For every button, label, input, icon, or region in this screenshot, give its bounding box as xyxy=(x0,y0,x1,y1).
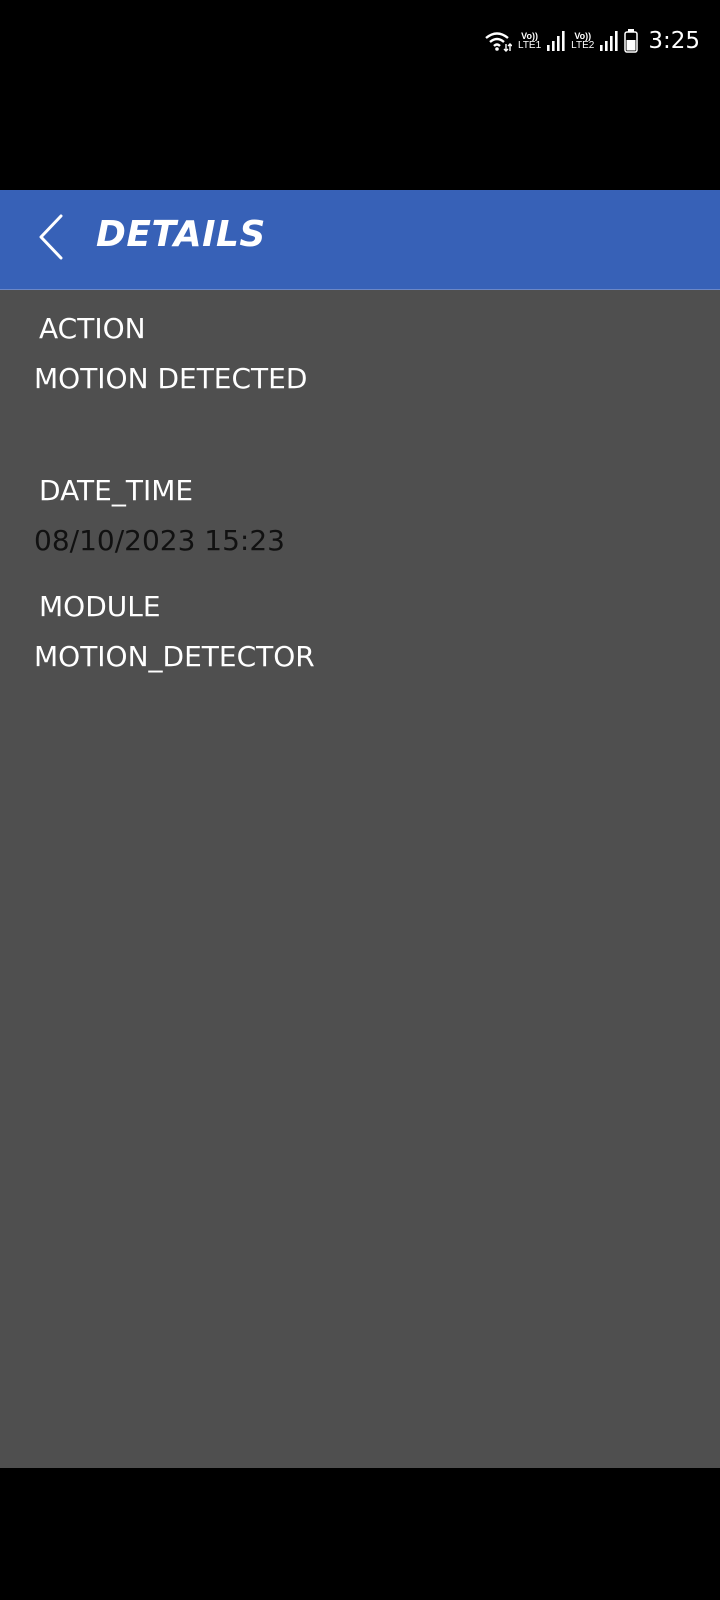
module-label: MODULE xyxy=(39,590,161,623)
signal-icon xyxy=(600,31,618,51)
module-value: MOTION_DETECTOR xyxy=(34,640,315,673)
back-button[interactable] xyxy=(22,208,82,270)
action-value: MOTION DETECTED xyxy=(34,362,308,395)
date-time-label: DATE_TIME xyxy=(39,474,194,507)
status-bar: Vo)) LTE1 Vo)) LTE2 3:25 xyxy=(0,0,720,80)
sim2-network-indicator: Vo)) LTE2 xyxy=(571,31,594,51)
signal-icon xyxy=(547,31,565,51)
date-time-value: 08/10/2023 15:23 xyxy=(34,524,285,557)
app-header: DETAILS xyxy=(0,190,720,290)
action-label: ACTION xyxy=(39,312,146,345)
details-panel: ACTION MOTION DETECTED DATE_TIME 08/10/2… xyxy=(0,290,720,1468)
status-clock: 3:25 xyxy=(648,28,700,54)
navigation-bar xyxy=(0,1468,720,1600)
wifi-icon xyxy=(484,30,512,52)
chevron-left-icon xyxy=(37,214,67,264)
battery-icon xyxy=(624,29,639,53)
sim1-lte-label: LTE1 xyxy=(518,40,542,51)
page-title: DETAILS xyxy=(96,214,266,255)
sim2-lte-label: LTE2 xyxy=(571,40,595,51)
sim1-network-indicator: Vo)) LTE1 xyxy=(518,31,541,51)
status-icons: Vo)) LTE1 Vo)) LTE2 3:25 xyxy=(484,24,700,58)
